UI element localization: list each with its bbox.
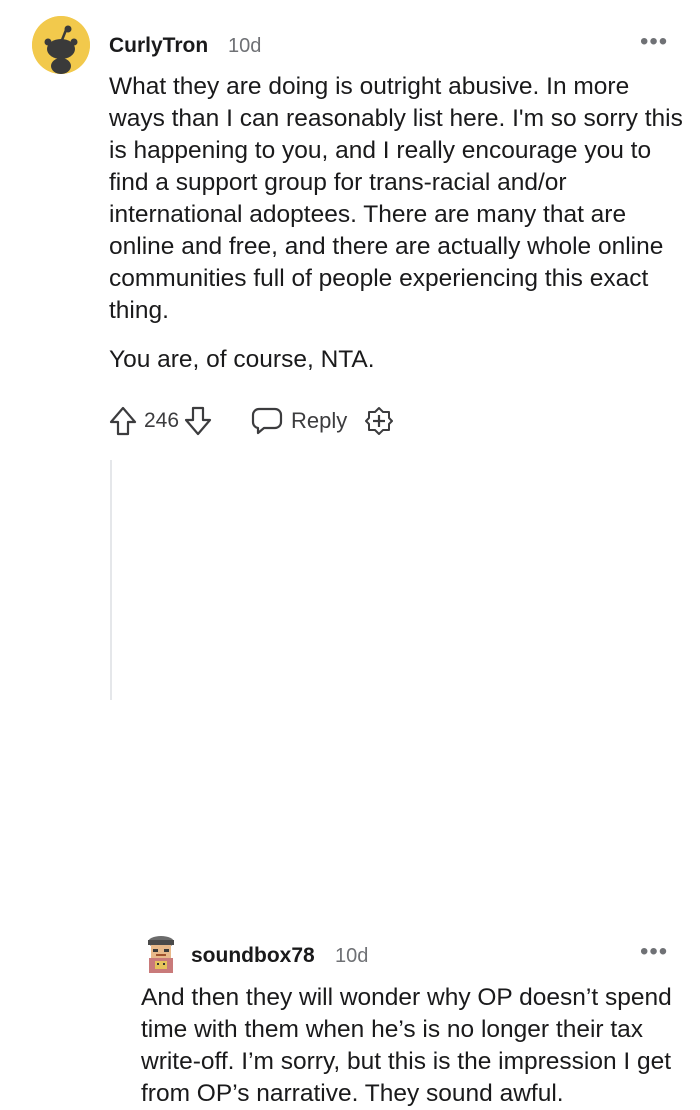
reply-comment: soundbox78 10d ••• And then they will wo…: [0, 460, 700, 1107]
upvote-icon[interactable]: [108, 405, 138, 437]
reply-username[interactable]: soundbox78: [191, 944, 315, 968]
pixel-avatar-icon: [144, 933, 178, 973]
reply-more-options-button[interactable]: •••: [640, 940, 668, 964]
comment-actions: 246 Reply: [108, 402, 395, 440]
more-options-button[interactable]: •••: [640, 30, 668, 54]
vote-count: 246: [144, 409, 180, 432]
comment-body-paragraph: You are, of course, NTA.: [109, 346, 375, 373]
reply-user-avatar[interactable]: [144, 933, 178, 973]
comment-timestamp[interactable]: 10d: [228, 35, 261, 58]
award-plus-icon[interactable]: [363, 405, 395, 437]
user-avatar[interactable]: [32, 16, 90, 74]
reply-button[interactable]: Reply: [251, 406, 347, 436]
reply-body: And then they will wonder why OP doesn’t…: [141, 984, 672, 1107]
reply-timestamp[interactable]: 10d: [335, 945, 368, 968]
comment: CurlyTron 10d ••• What they are doing is…: [0, 0, 700, 460]
speech-bubble-icon: [251, 406, 283, 436]
snoo-avatar-icon: [32, 16, 90, 74]
reply-label: Reply: [291, 408, 348, 433]
comment-username[interactable]: CurlyTron: [109, 34, 208, 58]
downvote-icon[interactable]: [183, 405, 213, 437]
comment-body-paragraph: What they are doing is outright abusive.…: [109, 73, 683, 324]
